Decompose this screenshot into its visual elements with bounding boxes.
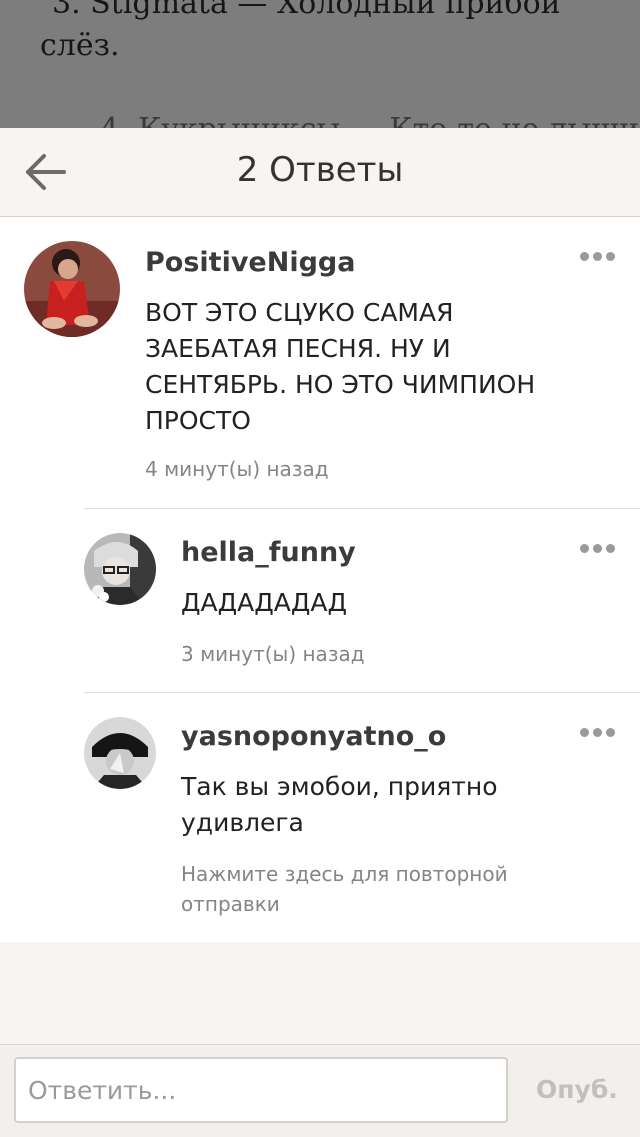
comment-username[interactable]: PositiveNigga <box>145 247 355 278</box>
reply-item: yasnoponyatno_o Так вы эмобои, приятно у… <box>0 693 640 942</box>
background-text-line: 4. Кукрыниксы — Кто-то не дышит <box>100 112 640 128</box>
resend-link[interactable]: Нажмите здесь для повторной отправки <box>181 859 541 919</box>
comment-username[interactable]: yasnoponyatno_o <box>181 721 446 752</box>
avatar-image <box>84 533 156 605</box>
comment-item: PositiveNigga ВОТ ЭТО СЦУКО САМАЯ ЗАЕБАТ… <box>0 217 640 509</box>
comment-timestamp: 3 минут(ы) назад <box>181 642 365 666</box>
avatar-image <box>84 717 156 789</box>
background-text-line: 3. Stigmata — Холодный прибой <box>52 0 561 21</box>
replies-sheet: 2 Ответы PositiveNigga ВОТ ЭТО СЦУКО САМ… <box>0 128 640 1137</box>
more-options-icon[interactable] <box>580 726 616 740</box>
comment-text: ВОТ ЭТО СЦУКО САМАЯ ЗАЕБАТАЯ ПЕСНЯ. НУ И… <box>145 298 536 435</box>
avatar[interactable] <box>24 241 120 337</box>
comment-text: Так вы эмобои, приятно удивлега <box>181 772 498 837</box>
page-title: 2 Ответы <box>236 150 404 190</box>
avatar[interactable] <box>84 717 156 789</box>
avatar[interactable] <box>84 533 156 605</box>
reply-input[interactable] <box>14 1057 508 1123</box>
background-text-line: слёз. <box>40 28 120 63</box>
comments-list: PositiveNigga ВОТ ЭТО СЦУКО САМАЯ ЗАЕБАТ… <box>0 217 640 942</box>
reply-item: hella_funny ДАДАДАДАД 3 минут(ы) назад <box>0 509 640 693</box>
background-page: 3. Stigmata — Холодный прибой слёз. 4. К… <box>0 0 640 128</box>
more-options-icon[interactable] <box>580 542 616 556</box>
comment-username[interactable]: hella_funny <box>181 537 356 568</box>
reply-bar: Опуб. <box>0 1044 640 1137</box>
avatar-image <box>24 241 120 337</box>
publish-button[interactable]: Опуб. <box>536 1075 618 1104</box>
comment-text: ДАДАДАДАД <box>181 588 348 617</box>
comment-timestamp: 4 минут(ы) назад <box>145 457 329 481</box>
more-options-icon[interactable] <box>580 250 616 264</box>
replies-header: 2 Ответы <box>0 128 640 217</box>
